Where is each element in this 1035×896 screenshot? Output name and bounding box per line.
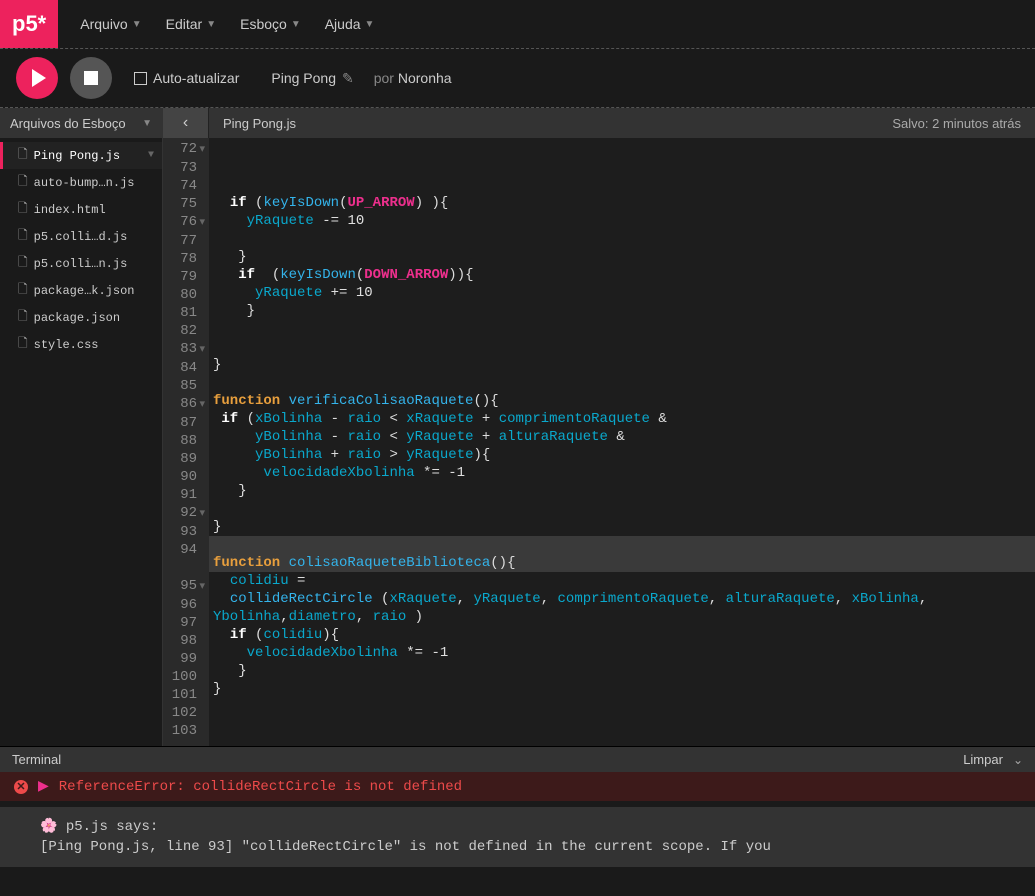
sidebar-title: Arquivos do Esboço (10, 116, 126, 131)
collapse-sidebar-button[interactable]: ‹ (163, 108, 209, 138)
file-label: package…k.json (34, 284, 135, 298)
chevron-down-icon: ▼ (206, 19, 216, 30)
auto-refresh-label: Auto-atualizar (153, 70, 239, 86)
file-icon: 🗋 (18, 199, 28, 220)
code-viewport[interactable]: if (keyIsDown(UP_ARROW) ){ yRaquete -= 1… (209, 138, 1035, 746)
menu-file-label: Arquivo (80, 16, 127, 32)
file-label: Ping Pong.js (34, 149, 120, 163)
file-label: p5.colli…n.js (34, 257, 128, 271)
chevron-down-icon[interactable]: ▼ (148, 150, 154, 161)
menu-bar: Arquivo▼ Editar▼ Esboço▼ Ajuda▼ (58, 10, 384, 38)
console-message: 🌸 p5.js says: [Ping Pong.js, line 93] "c… (0, 807, 1035, 867)
chevron-down-icon: ▼ (132, 19, 142, 30)
editor-tab[interactable]: Ping Pong.js (209, 116, 310, 131)
file-icon: 🗋 (18, 226, 28, 247)
file-icon: 🗋 (18, 145, 28, 166)
author-name: Noronha (398, 70, 452, 86)
sidebar-header[interactable]: Arquivos do Esboço ▼ (0, 108, 162, 138)
clear-button[interactable]: Limpar (963, 752, 1003, 767)
terminal-header: Terminal Limpar ⌄ (0, 747, 1035, 772)
sketch-name[interactable]: Ping Pong ✎ (271, 70, 353, 87)
file-icon: 🗋 (18, 307, 28, 328)
error-text: ReferenceError: collideRectCircle is not… (59, 779, 462, 795)
file-package[interactable]: 🗋 package.json (0, 304, 162, 331)
logo[interactable]: p5* (0, 0, 58, 48)
file-label: p5.colli…d.js (34, 230, 128, 244)
chevron-down-icon: ▼ (365, 19, 375, 30)
file-label: auto-bump…n.js (34, 176, 135, 190)
auto-refresh-toggle[interactable]: Auto-atualizar (134, 70, 239, 86)
menu-help[interactable]: Ajuda ▼ (315, 10, 385, 38)
pencil-icon[interactable]: ✎ (342, 70, 354, 87)
menu-sketch-label: Esboço (240, 16, 287, 32)
file-label: package.json (34, 311, 120, 325)
menu-help-label: Ajuda (325, 16, 361, 32)
file-auto-bump[interactable]: 🗋 auto-bump…n.js (0, 169, 162, 196)
code-content[interactable]: if (keyIsDown(UP_ARROW) ){ yRaquete -= 1… (213, 194, 1035, 746)
file-icon: 🗋 (18, 172, 28, 193)
header-bar: p5* Arquivo▼ Editar▼ Esboço▼ Ajuda▼ (0, 0, 1035, 48)
triangle-icon: ▶ (38, 778, 49, 795)
editor-header: ‹ Ping Pong.js Salvo: 2 minutos atrás (163, 108, 1035, 138)
save-status: Salvo: 2 minutos atrás (892, 116, 1035, 131)
terminal-body[interactable]: ✕ ▶ ReferenceError: collideRectCircle is… (0, 772, 1035, 867)
author-link[interactable]: por Noronha (374, 70, 452, 86)
terminal-panel: Terminal Limpar ⌄ ✕ ▶ ReferenceError: co… (0, 746, 1035, 896)
console-prefix: 🌸 p5.js says: (40, 819, 158, 835)
stop-button[interactable] (70, 57, 112, 99)
body-row: Arquivos do Esboço ▼ 🗋 Ping Pong.js ▼ 🗋 aut… (0, 108, 1035, 746)
chevron-down-icon: ▼ (291, 19, 301, 30)
file-label: style.css (34, 338, 99, 352)
menu-file[interactable]: Arquivo ▼ (70, 10, 151, 38)
chevron-down-icon: ▼ (142, 118, 152, 129)
editor-area: ‹ Ping Pong.js Salvo: 2 minutos atrás 72… (163, 108, 1035, 746)
gutter: 72▾73 74 75 76▾77 78 79 80 81 82 83▾84 8… (163, 138, 209, 746)
play-button[interactable] (16, 57, 58, 99)
sidebar: Arquivos do Esboço ▼ 🗋 Ping Pong.js ▼ 🗋 aut… (0, 108, 163, 746)
menu-sketch[interactable]: Esboço ▼ (230, 10, 311, 38)
file-style[interactable]: 🗋 style.css (0, 331, 162, 358)
file-collide-d[interactable]: 🗋 p5.colli…d.js (0, 223, 162, 250)
file-index[interactable]: 🗋 index.html (0, 196, 162, 223)
file-package-lock[interactable]: 🗋 package…k.json (0, 277, 162, 304)
error-line[interactable]: ✕ ▶ ReferenceError: collideRectCircle is… (0, 772, 1035, 801)
file-icon: 🗋 (18, 280, 28, 301)
editor-body[interactable]: 72▾73 74 75 76▾77 78 79 80 81 82 83▾84 8… (163, 138, 1035, 746)
file-icon: 🗋 (18, 334, 28, 355)
checkbox-icon[interactable] (134, 72, 147, 85)
toolbar: Auto-atualizar Ping Pong ✎ por Noronha (0, 49, 1035, 107)
menu-edit-label: Editar (166, 16, 203, 32)
terminal-title: Terminal (12, 752, 61, 767)
file-list: 🗋 Ping Pong.js ▼ 🗋 auto-bump…n.js 🗋 index.ht… (0, 138, 162, 358)
menu-edit[interactable]: Editar▼ (156, 10, 226, 38)
file-ping-pong[interactable]: 🗋 Ping Pong.js ▼ (0, 142, 162, 169)
console-body: [Ping Pong.js, line 93] "collideRectCirc… (40, 839, 771, 855)
file-collide-n[interactable]: 🗋 p5.colli…n.js (0, 250, 162, 277)
by-label: por (374, 70, 394, 86)
file-label: index.html (34, 203, 106, 217)
file-icon: 🗋 (18, 253, 28, 274)
chevron-down-icon[interactable]: ⌄ (1013, 753, 1023, 767)
error-icon: ✕ (14, 780, 28, 794)
sketch-name-text: Ping Pong (271, 70, 336, 86)
